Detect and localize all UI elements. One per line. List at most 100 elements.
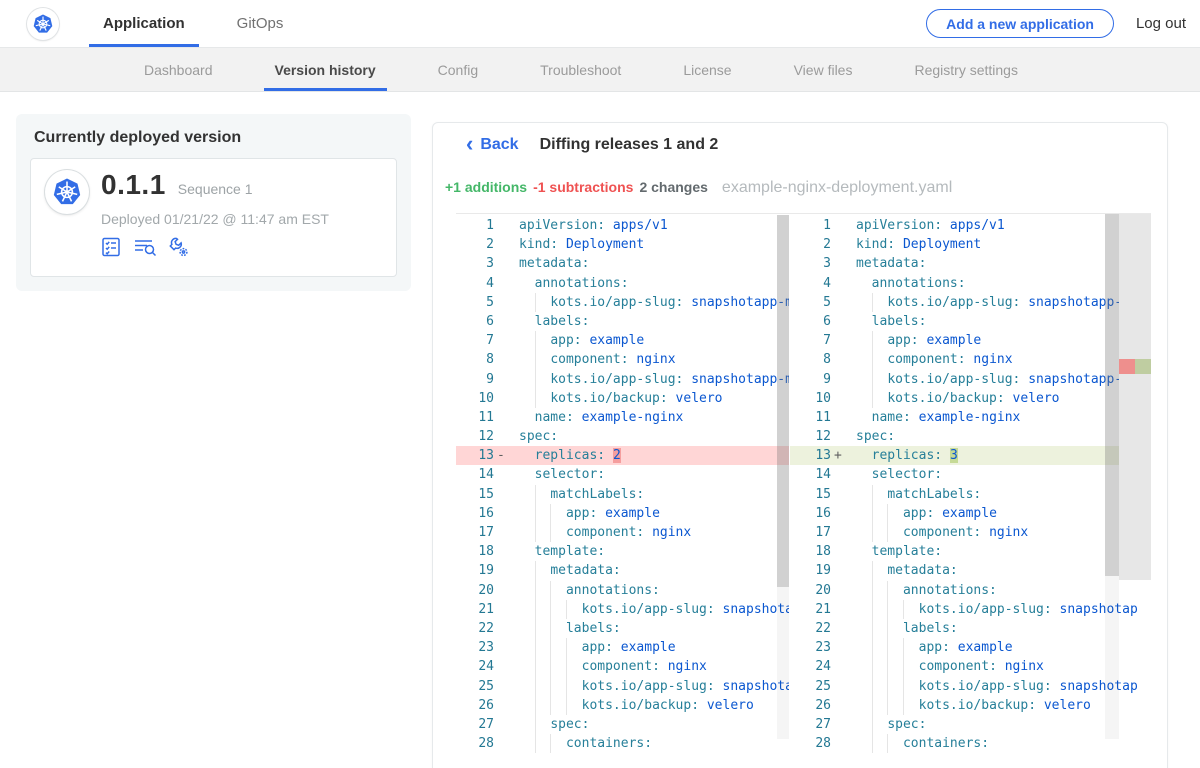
diff-line: 2kind: Deployment bbox=[790, 235, 1119, 254]
code-text: kots.io/app-slug: snapshotapp-mu bbox=[856, 370, 1138, 389]
diff-line: 20 annotations: bbox=[456, 581, 789, 600]
add-application-button[interactable]: Add a new application bbox=[926, 9, 1114, 38]
code-text: kots.io/backup: velero bbox=[856, 389, 1060, 408]
diff-line: 26 kots.io/backup: velero bbox=[790, 696, 1119, 715]
diff-line: 7 app: example bbox=[790, 331, 1119, 350]
code-text: spec: bbox=[856, 427, 895, 446]
diff-line: 4 annotations: bbox=[456, 274, 789, 293]
code-text: component: nginx bbox=[856, 523, 1028, 542]
line-number: 6 bbox=[456, 312, 494, 331]
line-number: 3 bbox=[790, 254, 831, 273]
tab-version-history[interactable]: Version history bbox=[264, 48, 387, 91]
tab-troubleshoot[interactable]: Troubleshoot bbox=[529, 48, 632, 91]
scrollbar-thumb-right[interactable] bbox=[1105, 214, 1119, 576]
code-text: matchLabels: bbox=[856, 485, 981, 504]
line-number: 15 bbox=[456, 485, 494, 504]
tab-view-files[interactable]: View files bbox=[783, 48, 864, 91]
deletion-marker: - bbox=[497, 446, 505, 465]
diff-line: 16 app: example bbox=[456, 504, 789, 523]
code-text: metadata: bbox=[856, 561, 958, 580]
top-nav-tabs: Application GitOps bbox=[89, 0, 321, 47]
tab-license[interactable]: License bbox=[672, 48, 742, 91]
tab-gitops[interactable]: GitOps bbox=[223, 0, 298, 47]
tab-dashboard[interactable]: Dashboard bbox=[133, 48, 224, 91]
line-number: 10 bbox=[790, 389, 831, 408]
diff-line: 2kind: Deployment bbox=[456, 235, 789, 254]
diff-line: 18 template: bbox=[790, 542, 1119, 561]
code-text: selector: bbox=[856, 465, 942, 484]
currently-deployed-card: Currently deployed version bbox=[16, 114, 411, 291]
code-text: app: example bbox=[519, 331, 644, 350]
release-notes-icon[interactable] bbox=[99, 235, 123, 259]
line-number: 25 bbox=[456, 677, 494, 696]
code-text: kind: Deployment bbox=[856, 235, 981, 254]
top-nav: Application GitOps Add a new application… bbox=[0, 0, 1200, 48]
diff-card: ‹ Back Diffing releases 1 and 2 +1 addit… bbox=[432, 122, 1168, 768]
line-number: 19 bbox=[456, 561, 494, 580]
deployed-version-panel: 0.1.1 Sequence 1 Deployed 01/21/22 @ 11:… bbox=[30, 158, 397, 277]
code-text: spec: bbox=[519, 715, 589, 734]
diff-line: 9 kots.io/app-slug: snapshotapp-mu bbox=[456, 370, 789, 389]
scrollbar-track-left[interactable] bbox=[777, 587, 789, 739]
app-kubernetes-logo-icon bbox=[45, 170, 89, 214]
kubernetes-logo-icon bbox=[27, 8, 59, 40]
diff-line: 28 containers: bbox=[790, 734, 1119, 753]
diff-line: 12spec: bbox=[790, 427, 1119, 446]
back-label: Back bbox=[480, 136, 518, 154]
back-link[interactable]: ‹ Back bbox=[466, 136, 519, 154]
diff-line: 20 annotations: bbox=[790, 581, 1119, 600]
changes-count: 2 changes bbox=[639, 179, 707, 195]
diff-line: 9 kots.io/app-slug: snapshotapp-mu bbox=[790, 370, 1119, 389]
tab-application[interactable]: Application bbox=[89, 0, 199, 47]
diff-overview-ruler bbox=[1119, 214, 1151, 580]
tab-registry-settings[interactable]: Registry settings bbox=[903, 48, 1028, 91]
diff-line: 19 metadata: bbox=[790, 561, 1119, 580]
diff-line: 15 matchLabels: bbox=[456, 485, 789, 504]
line-number: 23 bbox=[456, 638, 494, 657]
line-number: 25 bbox=[790, 677, 831, 696]
diff-line: 4 annotations: bbox=[790, 274, 1119, 293]
kots-admin-console: Application GitOps Add a new application… bbox=[0, 0, 1200, 768]
line-number: 1 bbox=[790, 216, 831, 235]
scrollbar-thumb-left[interactable] bbox=[777, 215, 789, 587]
code-text: containers: bbox=[856, 734, 989, 753]
diff-line: 27 spec: bbox=[456, 715, 789, 734]
line-number: 9 bbox=[456, 370, 494, 389]
line-number: 13 bbox=[456, 446, 494, 465]
scrollbar-track-right[interactable] bbox=[1105, 576, 1119, 739]
line-number: 2 bbox=[456, 235, 494, 254]
overview-insertion-mark bbox=[1135, 359, 1151, 374]
code-text: template: bbox=[519, 542, 605, 561]
config-icon[interactable] bbox=[167, 235, 191, 259]
diff-line: 6 labels: bbox=[456, 312, 789, 331]
code-text: kots.io/backup: velero bbox=[519, 696, 754, 715]
view-logs-icon[interactable] bbox=[132, 235, 158, 259]
code-text: replicas: 2 bbox=[519, 446, 621, 465]
line-number: 19 bbox=[790, 561, 831, 580]
line-number: 21 bbox=[456, 600, 494, 619]
code-text: name: example-nginx bbox=[519, 408, 683, 427]
diff-line: 24 component: nginx bbox=[790, 657, 1119, 676]
diff-line: 27 spec: bbox=[790, 715, 1119, 734]
code-text: replicas: 3 bbox=[856, 446, 958, 465]
code-text: containers: bbox=[519, 734, 652, 753]
line-number: 3 bbox=[456, 254, 494, 273]
line-number: 1 bbox=[456, 216, 494, 235]
tab-config[interactable]: Config bbox=[427, 48, 489, 91]
diff-line: 8 component: nginx bbox=[456, 350, 789, 369]
diff-line: 28 containers: bbox=[456, 734, 789, 753]
code-text: metadata: bbox=[519, 561, 621, 580]
line-number: 4 bbox=[456, 274, 494, 293]
diff-line: 21 kots.io/app-slug: snapshotap bbox=[790, 600, 1119, 619]
logout-link[interactable]: Log out bbox=[1136, 15, 1186, 32]
diff-line: 12spec: bbox=[456, 427, 789, 446]
code-text: selector: bbox=[519, 465, 605, 484]
line-number: 5 bbox=[790, 293, 831, 312]
diff-line: 22 labels: bbox=[456, 619, 789, 638]
kubernetes-wheel-icon bbox=[31, 12, 55, 36]
version-actions bbox=[99, 235, 191, 259]
diff-line: 1apiVersion: apps/v1 bbox=[790, 216, 1119, 235]
line-number: 20 bbox=[790, 581, 831, 600]
line-number: 6 bbox=[790, 312, 831, 331]
line-number: 26 bbox=[790, 696, 831, 715]
